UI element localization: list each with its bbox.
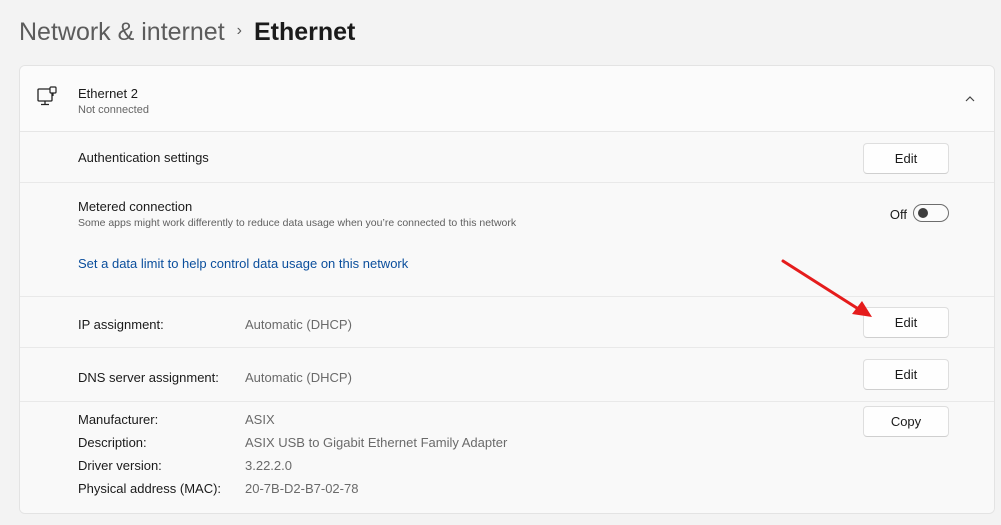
data-limit-link[interactable]: Set a data limit to help control data us… <box>78 256 408 271</box>
toggle-knob <box>918 208 928 218</box>
breadcrumb: Network & internet › Ethernet <box>19 14 355 50</box>
metered-toggle-state: Off <box>889 207 907 222</box>
description-label: Description: <box>78 435 147 450</box>
adapter-status: Not connected <box>78 104 149 116</box>
chevron-up-icon[interactable] <box>964 93 976 105</box>
manufacturer-value: ASIX <box>245 412 275 427</box>
copy-properties-button[interactable]: Copy <box>863 406 949 437</box>
adapter-details: Authentication settings Edit Metered con… <box>20 132 994 513</box>
dns-assignment-row: DNS server assignment: Automatic (DHCP) … <box>20 348 994 402</box>
driver-version-value: 3.22.2.0 <box>245 458 292 473</box>
manufacturer-label: Manufacturer: <box>78 412 159 427</box>
dns-assignment-label: DNS server assignment: <box>78 370 219 385</box>
dns-assignment-edit-button[interactable]: Edit <box>863 359 949 390</box>
metered-toggle[interactable] <box>913 204 949 222</box>
ip-assignment-edit-button[interactable]: Edit <box>863 307 949 338</box>
page-title: Ethernet <box>253 18 356 46</box>
authentication-row: Authentication settings Edit <box>20 132 994 183</box>
mac-address-value: 20-7B-D2-B7-02-78 <box>245 481 359 496</box>
breadcrumb-separator: › <box>236 22 242 39</box>
adapter-properties: Manufacturer: ASIX Description: ASIX USB… <box>20 402 994 513</box>
mac-address-label: Physical address (MAC): <box>78 481 222 496</box>
authentication-label: Authentication settings <box>78 150 209 165</box>
driver-version-label: Driver version: <box>78 458 162 473</box>
adapter-header[interactable]: Ethernet 2 Not connected <box>20 66 994 132</box>
metered-description: Some apps might work differently to redu… <box>78 217 517 229</box>
ethernet-monitor-icon <box>37 86 57 106</box>
dns-assignment-value: Automatic (DHCP) <box>245 370 352 385</box>
ip-assignment-value: Automatic (DHCP) <box>245 317 352 332</box>
breadcrumb-parent[interactable]: Network & internet <box>19 14 225 50</box>
adapter-name: Ethernet 2 <box>78 86 138 101</box>
authentication-edit-button[interactable]: Edit <box>863 143 949 174</box>
metered-label: Metered connection <box>78 199 193 214</box>
annotation-arrow-icon <box>781 259 872 317</box>
ip-assignment-label: IP assignment: <box>78 317 164 332</box>
description-value: ASIX USB to Gigabit Ethernet Family Adap… <box>245 435 508 450</box>
